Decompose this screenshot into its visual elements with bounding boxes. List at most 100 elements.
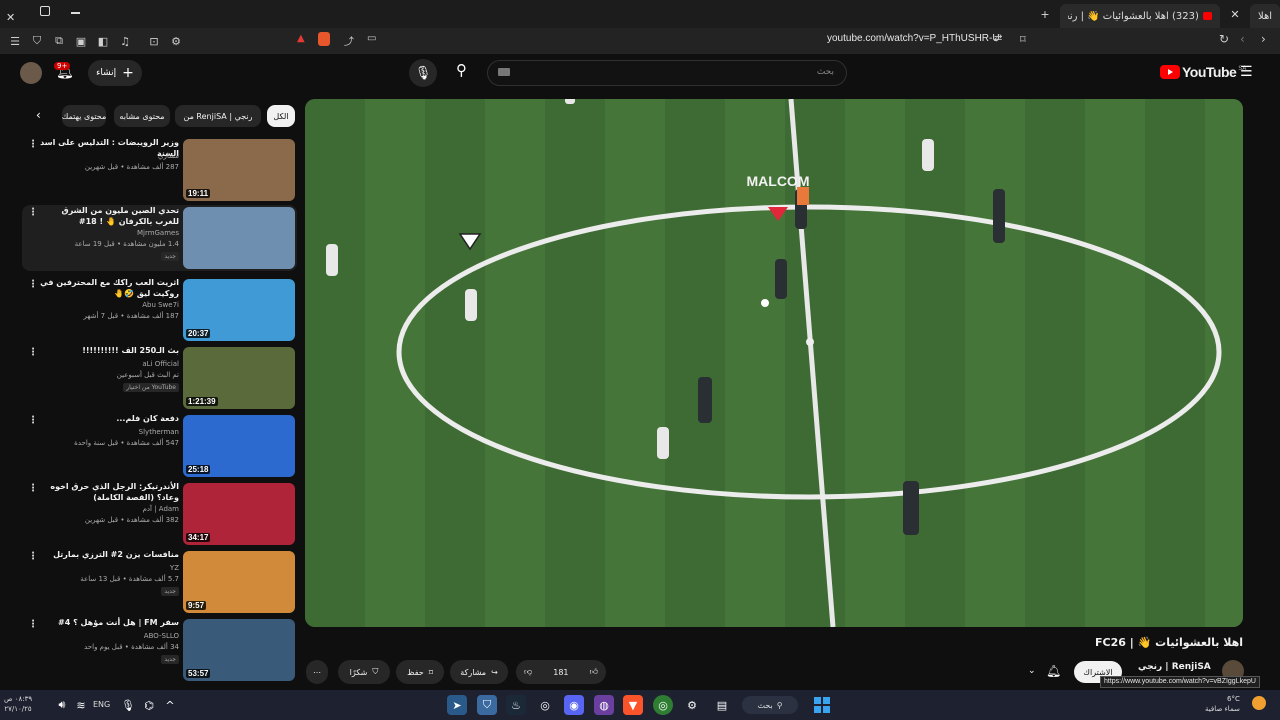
bookmark-icon[interactable]: ⌑ — [1020, 33, 1026, 46]
more-options-icon[interactable]: ⋮ — [28, 415, 38, 426]
more-actions-button[interactable]: ⋯ — [306, 660, 328, 684]
extension-icon[interactable]: ⧉ — [49, 31, 69, 51]
settings-icon[interactable]: ⚙ — [166, 31, 186, 51]
tabs-icon[interactable]: ▣ — [71, 31, 91, 51]
new-tab-button[interactable]: + — [1030, 0, 1060, 28]
video-channel[interactable]: Abu Swe7i — [39, 301, 179, 309]
telegram-icon[interactable]: ➤ — [447, 695, 467, 715]
video-title[interactable]: اثريت العب راكك مع المحترفين في روكيت لي… — [39, 277, 179, 299]
more-options-icon[interactable]: ⋮ — [28, 279, 38, 290]
search-input[interactable]: بحث — [487, 60, 847, 86]
more-options-icon[interactable]: ⋮ — [28, 139, 38, 150]
brave-browser-icon[interactable]: ▼ — [623, 695, 643, 715]
chip-related[interactable]: محتوى يهتمك — [62, 105, 106, 127]
notifications-bell-button[interactable]: 🔔︎ — [1046, 664, 1061, 678]
video-title[interactable]: بث الـ250 الف !!!!!!!!!! — [39, 345, 179, 356]
chip-from-channel[interactable]: من RenjiSA | رنجي — [175, 105, 261, 127]
guide-menu-button[interactable]: ☰ — [1240, 64, 1253, 80]
more-options-icon[interactable]: ⋮ — [28, 551, 38, 562]
video-channel[interactable]: ABO-SLLO — [39, 632, 179, 640]
related-video-item[interactable]: 1:21:39 بث الـ250 الف !!!!!!!!!! aLi Offic… — [22, 345, 297, 411]
video-title[interactable]: تحدي الصين مليون من الشرق للغرب بالكرفان… — [39, 205, 179, 227]
chevron-up-icon[interactable]: ^ — [160, 695, 180, 715]
network-icon[interactable]: ⌬ — [139, 695, 159, 715]
more-options-icon[interactable]: ⋮ — [28, 347, 38, 358]
video-thumbnail[interactable]: 25:18 — [183, 415, 295, 477]
site-settings-icon[interactable]: ⇄ — [994, 33, 1002, 44]
video-thumbnail[interactable]: 9:57 — [183, 551, 295, 613]
app-icon[interactable]: ◎ — [535, 695, 555, 715]
video-thumbnail[interactable] — [183, 207, 295, 269]
chip-all[interactable]: الكل — [267, 105, 295, 127]
avatar[interactable] — [20, 62, 42, 84]
video-channel[interactable]: MjrmGames — [39, 229, 179, 237]
language-indicator[interactable]: ENG — [93, 700, 110, 709]
speaker-icon[interactable]: 🔊︎ — [52, 695, 72, 715]
video-channel[interactable]: aLi Official — [39, 360, 179, 368]
chevron-down-icon[interactable]: ⌄ — [1028, 666, 1036, 676]
brave-rewards-icon[interactable]: ▲ — [297, 33, 305, 44]
share-page-icon[interactable]: ⤴ — [344, 33, 354, 48]
video-channel[interactable]: Adam | آدم — [39, 505, 179, 513]
video-title[interactable]: الأندرتيكر: الرجل الذي حرق اخوه وعاد؟ (ا… — [39, 481, 179, 503]
search-button[interactable]: ⚲ — [456, 61, 467, 79]
wifi-icon[interactable]: ≋ — [71, 695, 91, 715]
more-options-icon[interactable]: ⋮ — [28, 207, 38, 218]
back-icon[interactable]: ‹ — [1240, 32, 1245, 46]
microphone-icon[interactable]: 🎙︎ — [118, 695, 138, 715]
save-button[interactable]: حفظ ⌑ — [396, 660, 444, 684]
tab-close-button[interactable]: ✕ — [1220, 0, 1250, 28]
browser-tab-inactive[interactable]: اهلا بالعشوائيات — [1250, 4, 1280, 28]
thanks-button[interactable]: شكرًا ⛉ — [338, 660, 390, 684]
shield-app-icon[interactable]: ⛉ — [477, 695, 497, 715]
keyboard-icon[interactable] — [498, 68, 510, 76]
related-video-item[interactable]: 53:57 سفر FM | هل أنت مؤهل ؟ 4# ABO-SLLO 34… — [22, 617, 297, 683]
steam-icon[interactable]: ♨ — [506, 695, 526, 715]
sidebar-icon[interactable]: ◧ — [93, 31, 113, 51]
video-thumbnail[interactable]: 34:17 — [183, 483, 295, 545]
task-view-icon[interactable]: ▤ — [712, 695, 732, 715]
weather-widget[interactable]: 6°C سماء صافية — [1205, 694, 1240, 714]
video-title[interactable]: سفر FM | هل أنت مؤهل ؟ 4# — [39, 617, 179, 628]
browser-tab-active[interactable]: (323) اهلا بالعشوائيات 👋 | رنجي — [1060, 4, 1220, 28]
channel-name[interactable]: RenjiSA | رنجي — [1138, 662, 1211, 672]
related-video-item[interactable]: 19:11 وزير الرويبضات : التدليس على اسد ال… — [22, 137, 297, 203]
shield-icon[interactable]: ⛉ — [27, 31, 47, 51]
chip-similar[interactable]: محتوى مشابه — [114, 105, 170, 127]
reload-icon[interactable]: ↻ — [1219, 32, 1229, 46]
related-video-item[interactable]: 20:37 اثريت العب راكك مع المحترفين في روك… — [22, 277, 297, 343]
related-video-item[interactable]: 25:18 دفعة كان فلم... Slytherman 547 ألف مش… — [22, 413, 297, 479]
related-video-item[interactable]: 9:57 منافسات يزن 2# الترزي بمارتل YZ 5.7 أل… — [22, 549, 297, 615]
close-window-button[interactable]: ✕ — [6, 6, 15, 25]
dislike-icon[interactable]: 👎︎ — [524, 667, 532, 677]
minimize-window-button[interactable] — [71, 12, 80, 14]
video-player[interactable]: MALCOM — [305, 99, 1243, 627]
clock[interactable]: ٠٨:٣٩ ص ٢٧/١٠/٢٥ — [4, 694, 32, 714]
like-icon[interactable]: 👍︎ — [590, 667, 598, 677]
music-icon[interactable]: ♫ — [115, 31, 135, 51]
forward-icon[interactable]: › — [1261, 32, 1266, 46]
youtube-logo[interactable]: YouTube SA — [1160, 64, 1246, 80]
menu-icon[interactable]: ☰ — [5, 31, 25, 51]
video-thumbnail[interactable]: 19:11 — [183, 139, 295, 201]
voice-search-button[interactable]: 🎙︎ — [409, 59, 437, 87]
video-title[interactable]: دفعة كان فلم... — [39, 413, 179, 424]
share-button[interactable]: مشاركة ↪ — [450, 660, 508, 684]
taskbar-search[interactable]: بحث ⚲ — [742, 696, 798, 714]
discord-icon[interactable]: ◉ — [564, 695, 584, 715]
restore-window-button[interactable] — [40, 6, 50, 16]
more-options-icon[interactable]: ⋮ — [28, 619, 38, 630]
video-channel[interactable]: Slytherman — [39, 428, 179, 436]
url-text[interactable]: youtube.com/watch?v=P_HThUSHR-U — [827, 33, 1000, 44]
settings-gear-icon[interactable]: ⚙ — [682, 695, 702, 715]
video-thumbnail[interactable]: 1:21:39 — [183, 347, 295, 409]
brave-shields-icon[interactable] — [318, 32, 330, 46]
related-video-item[interactable]: تحدي الصين مليون من الشرق للغرب بالكرفان… — [22, 205, 297, 271]
chrome-icon[interactable]: ◎ — [653, 695, 673, 715]
video-channel[interactable]: YZ — [39, 564, 179, 572]
more-options-icon[interactable]: ⋮ — [28, 483, 38, 494]
related-video-item[interactable]: 34:17 الأندرتيكر: الرجل الذي حرق اخوه وعا… — [22, 481, 297, 547]
video-thumbnail[interactable]: 53:57 — [183, 619, 295, 681]
video-title[interactable]: منافسات يزن 2# الترزي بمارتل — [39, 549, 179, 560]
video-thumbnail[interactable]: 20:37 — [183, 279, 295, 341]
